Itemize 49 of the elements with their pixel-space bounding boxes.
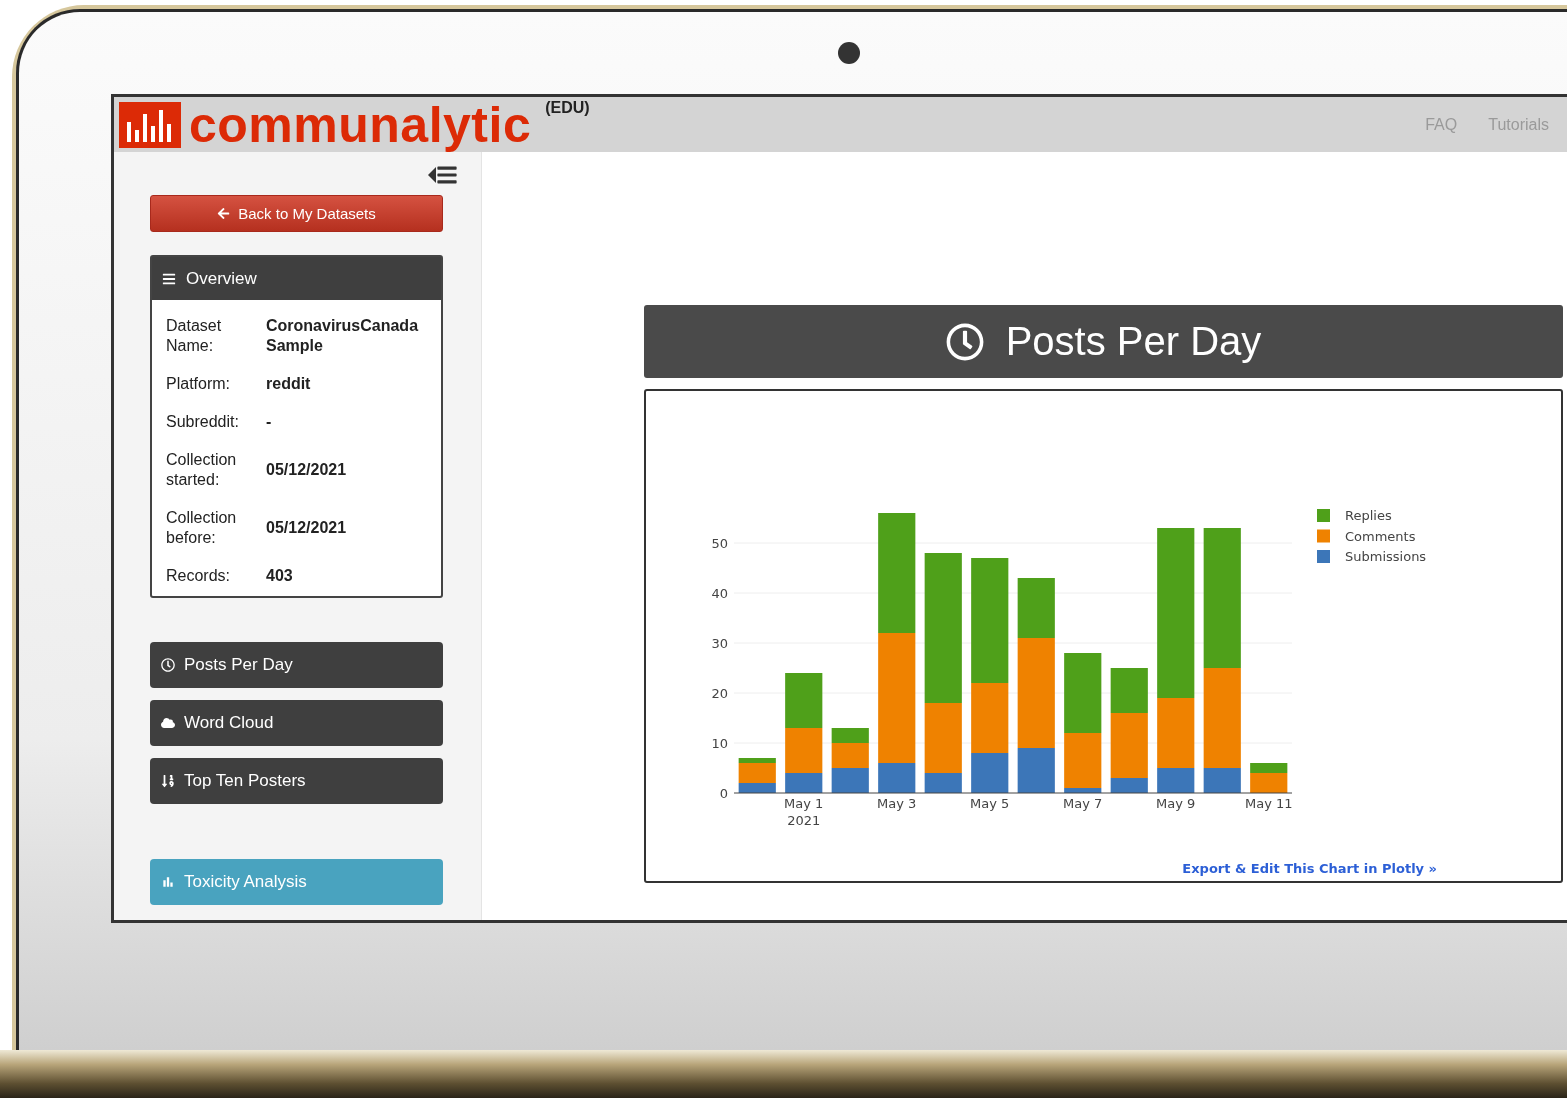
field-value: CoronavirusCanada Sample [266,316,420,356]
y-tick-label: 20 [711,686,728,701]
export-link[interactable]: Export & Edit This Chart in Plotly » [1182,861,1437,876]
legend-label[interactable]: Comments [1345,528,1416,544]
field-label: Records: [166,566,232,586]
logo-wordmark: communalytic [189,99,532,150]
x-axis-year-label: 2021 [787,813,821,828]
x-tick-label: May 3 [877,796,917,811]
y-tick-label: 50 [711,536,728,551]
arrow-left-icon [217,207,231,220]
field-label: Collection started: [166,450,238,490]
logo-icon [119,99,181,150]
y-tick-label: 0 [719,786,728,801]
legend-label[interactable]: Submissions [1345,549,1427,564]
nav-button[interactable]: Top Ten Posters [150,758,443,804]
field-value: 403 [266,566,293,586]
sort-numeric-icon [161,774,175,788]
x-tick-label: May 5 [970,796,1010,811]
legend-label[interactable]: Replies [1345,508,1392,523]
y-tick-label: 10 [711,736,728,751]
field-label: Collection before: [166,508,238,548]
sidebar-toggle[interactable] [428,164,458,186]
nav-button[interactable]: Word Cloud [150,700,443,746]
x-tick-label: May 7 [1063,796,1103,811]
y-tick-label: 40 [711,586,728,601]
cloud-icon [161,716,175,730]
panel-title: Overview [186,268,257,289]
field-value: 05/12/2021 [266,460,347,480]
field-label: Subreddit: [166,412,240,432]
webcam [838,42,860,64]
y-tick-label: 30 [711,636,728,651]
bar-segment [831,768,869,793]
x-tick-label: May 1 [784,796,824,811]
back-button[interactable]: Back to My Datasets [150,195,443,232]
clock-icon [945,322,984,361]
clock-icon [161,658,175,672]
field-label: Platform: [166,374,231,394]
menu-icon [162,271,176,286]
nav-button[interactable]: Posts Per Day [150,642,443,688]
field-label: Dataset Name: [166,316,223,356]
x-tick-label: May 9 [1156,796,1196,811]
page-title: Posts Per Day [1005,319,1262,364]
field-value: - [266,412,272,432]
edition-label: (EDU) [545,99,590,117]
bar-segment [785,673,823,728]
field-value: 05/12/2021 [266,518,347,538]
bar-chart-icon [161,875,175,889]
x-tick-label: May 11 [1244,796,1293,811]
field-value: reddit [266,374,311,394]
